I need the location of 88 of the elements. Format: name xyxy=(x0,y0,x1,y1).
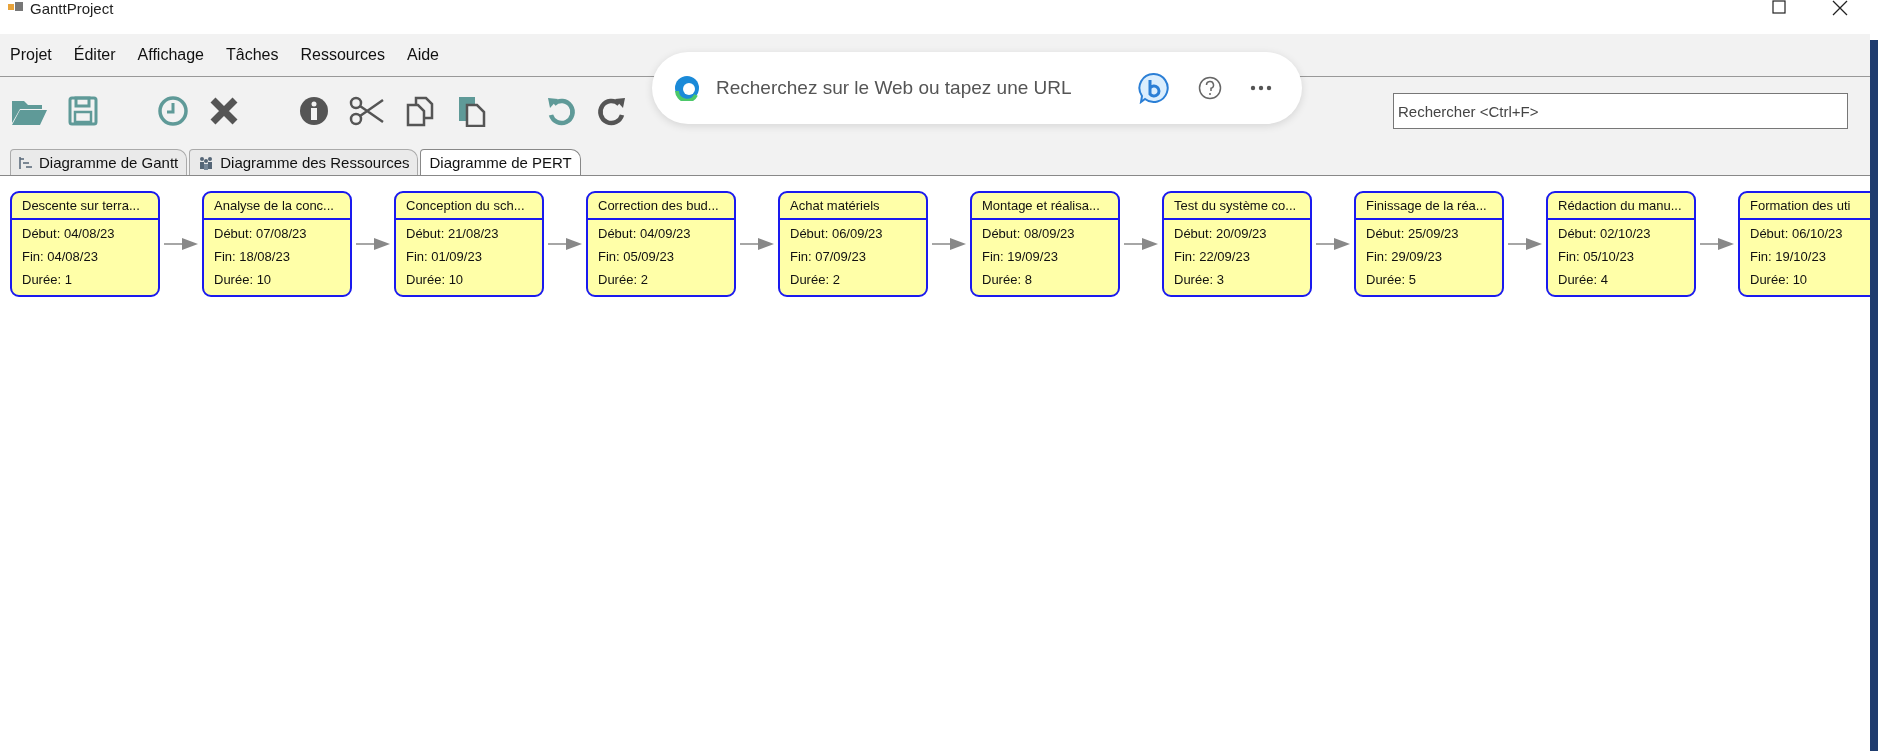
node-end: Fin: 18/08/23 xyxy=(213,248,291,266)
node-end: Fin: 01/09/23 xyxy=(405,248,483,266)
arrow xyxy=(1124,237,1158,251)
undo-icon[interactable] xyxy=(545,95,577,127)
node-title: Achat matériels xyxy=(780,193,926,220)
node-start: Début: 04/09/23 xyxy=(597,225,692,243)
search-field[interactable]: Rechercher <Ctrl+F> xyxy=(1393,93,1848,129)
clock-icon[interactable] xyxy=(157,95,189,127)
node-duration: Durée: 10 xyxy=(213,271,273,289)
menu-item[interactable]: Projet xyxy=(10,46,52,64)
pert-node[interactable]: Test du système co... Début: 20/09/23 Fin: 22/09/23 Durée: 3 xyxy=(1162,191,1312,297)
node-end: Fin: 05/09/23 xyxy=(597,248,675,266)
node-start: Début: 25/09/23 xyxy=(1365,225,1460,243)
node-duration: Durée: 2 xyxy=(597,271,649,289)
pert-node[interactable]: Correction des bud... Début: 04/09/23 Fin: 05/09/23 Durée: 2 xyxy=(586,191,736,297)
pert-node[interactable]: Descente sur terra... Début: 04/08/23 Fin: 04/08/23 Durée: 1 xyxy=(10,191,160,297)
pert-node[interactable]: Formation des uti Début: 06/10/23 Fin: 19/10/23 Durée: 10 xyxy=(1738,191,1870,297)
arrow xyxy=(1316,237,1350,251)
help-icon[interactable] xyxy=(1198,76,1222,100)
node-start: Début: 08/09/23 xyxy=(981,225,1076,243)
pert-node[interactable]: Rédaction du manu... Début: 02/10/23 Fin: 05/10/23 Durée: 4 xyxy=(1546,191,1696,297)
node-duration: Durée: 5 xyxy=(1365,271,1417,289)
tab[interactable]: Diagramme des Ressources xyxy=(189,149,419,175)
node-duration: Durée: 10 xyxy=(405,271,465,289)
pert-node[interactable]: Montage et réalisa... Début: 08/09/23 Fin: 19/09/23 Durée: 8 xyxy=(970,191,1120,297)
node-title: Correction des bud... xyxy=(588,193,734,220)
redo-icon[interactable] xyxy=(596,95,628,127)
node-start: Début: 21/08/23 xyxy=(405,225,500,243)
node-end: Fin: 19/10/23 xyxy=(1749,248,1827,266)
node-end: Fin: 07/09/23 xyxy=(789,248,867,266)
node-title: Montage et réalisa... xyxy=(972,193,1118,220)
node-duration: Durée: 4 xyxy=(1557,271,1609,289)
node-start: Début: 06/09/23 xyxy=(789,225,884,243)
gantt-icon xyxy=(19,155,33,170)
node-duration: Durée: 2 xyxy=(789,271,841,289)
node-duration: Durée: 10 xyxy=(1749,271,1809,289)
arrow xyxy=(548,237,582,251)
delete-icon[interactable] xyxy=(208,95,240,127)
arrow xyxy=(1508,237,1542,251)
maximize-icon[interactable] xyxy=(1772,0,1786,14)
pert-node[interactable]: Finissage de la réa... Début: 25/09/23 Fin: 29/09/23 Durée: 5 xyxy=(1354,191,1504,297)
arrow xyxy=(1700,237,1734,251)
menu-item[interactable]: Affichage xyxy=(137,46,204,64)
node-start: Début: 02/10/23 xyxy=(1557,225,1652,243)
node-title: Conception du sch... xyxy=(396,193,542,220)
node-title: Descente sur terra... xyxy=(12,193,158,220)
menu-item[interactable]: Ressources xyxy=(300,46,385,64)
menu-item[interactable]: Éditer xyxy=(73,46,116,64)
arrow xyxy=(164,237,198,251)
scissors-icon[interactable] xyxy=(349,95,385,127)
browser-search-popup[interactable]: Recherchez sur le Web ou tapez une URL xyxy=(652,52,1302,124)
browser-logo-icon xyxy=(674,75,700,101)
close-icon[interactable] xyxy=(1832,0,1848,16)
more-icon[interactable] xyxy=(1250,85,1272,91)
node-duration: Durée: 3 xyxy=(1173,271,1225,289)
node-title: Finissage de la réa... xyxy=(1356,193,1502,220)
node-duration: Durée: 1 xyxy=(21,271,73,289)
pert-node[interactable]: Achat matériels Début: 06/09/23 Fin: 07/09/23 Durée: 2 xyxy=(778,191,928,297)
app-logo-icon xyxy=(8,2,24,14)
node-end: Fin: 29/09/23 xyxy=(1365,248,1443,266)
arrow xyxy=(356,237,390,251)
node-end: Fin: 19/09/23 xyxy=(981,248,1059,266)
node-start: Début: 06/10/23 xyxy=(1749,225,1844,243)
node-start: Début: 04/08/23 xyxy=(21,225,116,243)
arrow xyxy=(932,237,966,251)
node-end: Fin: 05/10/23 xyxy=(1557,248,1635,266)
chat-icon[interactable] xyxy=(1138,72,1170,104)
node-title: Rédaction du manu... xyxy=(1548,193,1694,220)
pert-node[interactable]: Conception du sch... Début: 21/08/23 Fin: 01/09/23 Durée: 10 xyxy=(394,191,544,297)
save-icon[interactable] xyxy=(67,95,99,127)
node-title: Analyse de la conc... xyxy=(204,193,350,220)
arrow xyxy=(740,237,774,251)
menu-item[interactable]: Aide xyxy=(406,46,439,64)
browser-search-placeholder: Recherchez sur le Web ou tapez une URL xyxy=(716,77,1072,99)
copy-icon[interactable] xyxy=(404,95,436,127)
tab[interactable]: Diagramme de Gantt xyxy=(10,149,188,175)
node-end: Fin: 22/09/23 xyxy=(1173,248,1251,266)
people-icon xyxy=(198,154,215,171)
info-icon[interactable] xyxy=(298,95,330,127)
tab[interactable]: Diagramme de PERT xyxy=(420,149,581,175)
window-title: GanttProject xyxy=(30,0,114,17)
menu-item[interactable]: Tâches xyxy=(226,46,279,64)
node-start: Début: 07/08/23 xyxy=(213,225,308,243)
pert-node[interactable]: Analyse de la conc... Début: 07/08/23 Fin: 18/08/23 Durée: 10 xyxy=(202,191,352,297)
node-duration: Durée: 8 xyxy=(981,271,1033,289)
node-title: Test du système co... xyxy=(1164,193,1310,220)
node-start: Début: 20/09/23 xyxy=(1173,225,1268,243)
node-end: Fin: 04/08/23 xyxy=(21,248,99,266)
